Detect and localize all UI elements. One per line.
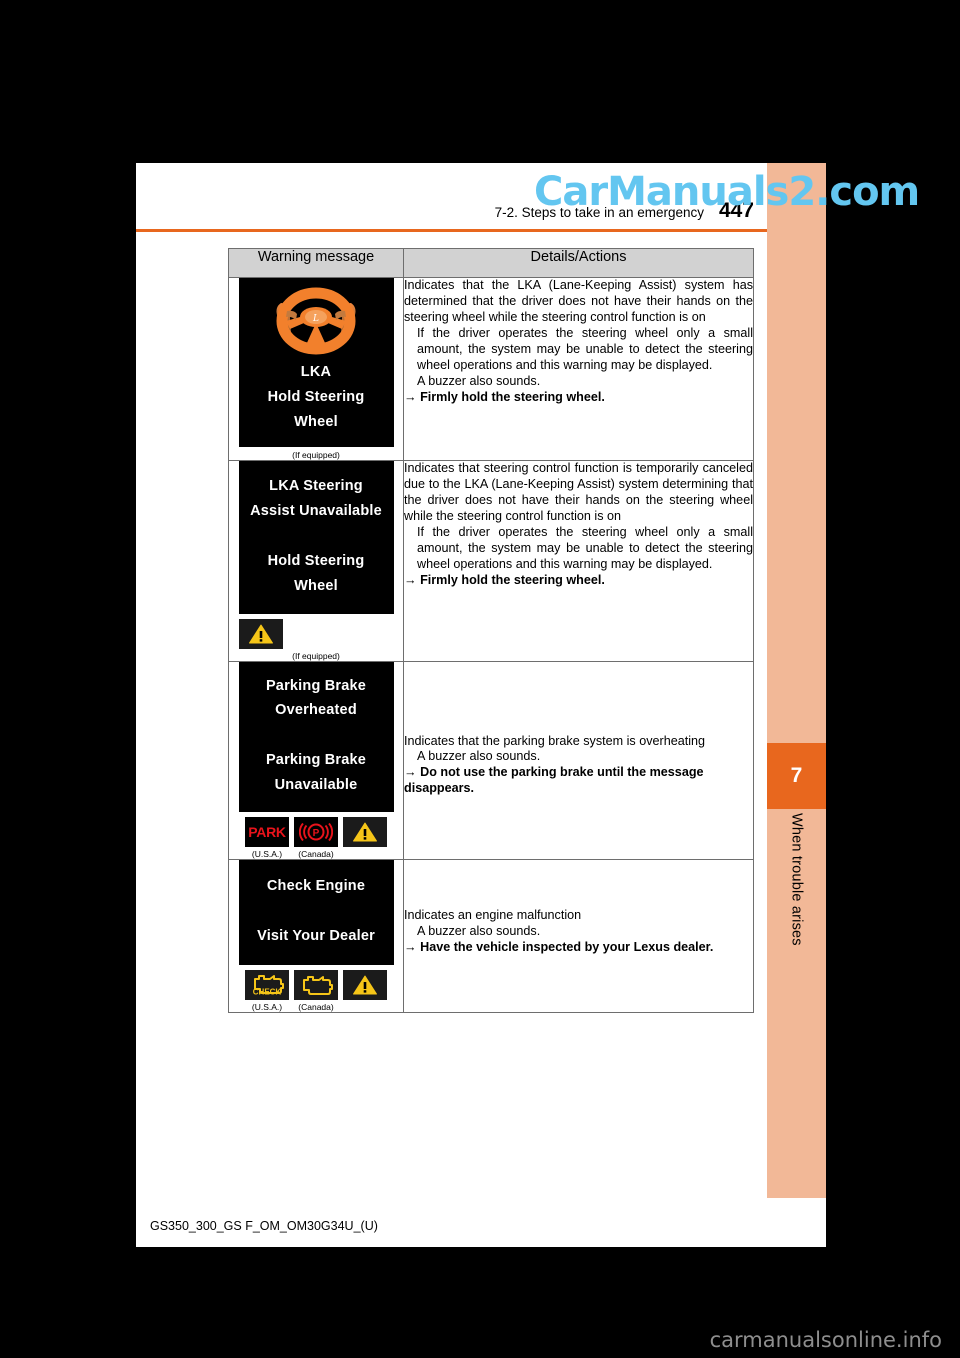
details-actions-cell: Indicates that the LKA (Lane-Keeping Ass… bbox=[403, 277, 754, 461]
check-engine-usa-icon: CHECK bbox=[245, 970, 289, 1000]
table-row: L LKA Hold Steering Wheel (If equipped) bbox=[228, 277, 754, 461]
detail-action-label: Have the vehicle inspected by your Lexus… bbox=[420, 940, 714, 955]
detail-sub-text: If the driver operates the steering whee… bbox=[417, 325, 753, 372]
warning-message-table: Warning message Details/Actions L LKA Ho… bbox=[228, 248, 754, 1013]
svg-text:CHECK: CHECK bbox=[253, 988, 282, 997]
park-indicator-label: PARK bbox=[248, 824, 286, 841]
steering-wheel-hands-icon: L bbox=[239, 286, 394, 360]
display-line: LKA Steering bbox=[269, 477, 363, 494]
display-line: Parking Brake bbox=[265, 752, 367, 769]
chapter-number: 7 bbox=[790, 764, 803, 787]
display-line: Hold Steering bbox=[267, 388, 365, 405]
table-header-row: Warning message Details/Actions bbox=[228, 248, 754, 278]
detail-action-text: → Firmly hold the steering wheel. bbox=[404, 389, 605, 404]
manual-page: CarManuals2.com 7-2. Steps to take in an… bbox=[136, 163, 920, 1247]
svg-text:P: P bbox=[313, 828, 320, 839]
detail-action-label: Do not use the parking brake until the m… bbox=[404, 765, 704, 796]
warning-message-cell: Parking Brake Overheated Parking Brake U… bbox=[228, 660, 404, 861]
indicator-icon-item bbox=[343, 970, 387, 1012]
detail-action-label: Firmly hold the steering wheel. bbox=[420, 389, 605, 404]
bottom-site-banner: carmanualsonline.info bbox=[709, 1328, 942, 1352]
detail-action-text: → Firmly hold the steering wheel. bbox=[404, 572, 605, 587]
indicator-icon-item: PARK (U.S.A.) bbox=[245, 817, 289, 859]
details-actions-cell: Indicates that steering control function… bbox=[403, 459, 754, 662]
indicator-icon-item bbox=[239, 618, 283, 661]
detail-sub-text: If the driver operates the steering whee… bbox=[417, 524, 753, 571]
detail-intro-text: Indicates that the parking brake system … bbox=[404, 733, 706, 748]
indicator-icon-row: PARK (U.S.A.) P (Canada) bbox=[229, 817, 403, 859]
svg-text:L: L bbox=[312, 314, 319, 324]
detail-action-label: Firmly hold the steering wheel. bbox=[420, 572, 605, 587]
carmanuals2-watermark: CarManuals2.com bbox=[534, 169, 920, 215]
display-line: LKA bbox=[300, 364, 332, 380]
detail-sub-text: A buzzer also sounds. bbox=[417, 373, 541, 388]
table-row: Parking Brake Overheated Parking Brake U… bbox=[228, 660, 754, 861]
indicator-icon-item: CHECK (U.S.A.) bbox=[245, 970, 289, 1012]
warning-message-cell: LKA Steering Assist Unavailable Hold Ste… bbox=[228, 459, 404, 662]
warning-triangle-icon bbox=[343, 817, 387, 848]
indicator-caption: (Canada) bbox=[298, 849, 334, 860]
indicator-caption: (U.S.A.) bbox=[251, 1002, 283, 1012]
column-header-warning-message: Warning message bbox=[228, 248, 404, 278]
table-row: Check Engine Visit Your Dealer CHECK (U.… bbox=[228, 859, 754, 1013]
instrument-display-panel: L LKA Hold Steering Wheel bbox=[238, 278, 394, 447]
display-line: Wheel bbox=[294, 413, 338, 430]
instrument-display-panel: LKA Steering Assist Unavailable Hold Ste… bbox=[238, 460, 394, 614]
chapter-title-vertical: When trouble arises bbox=[767, 813, 826, 1113]
chapter-number-badge: 7 bbox=[767, 743, 826, 809]
if-equipped-note: (If equipped) bbox=[292, 449, 340, 460]
display-line: Parking Brake bbox=[265, 677, 367, 694]
display-line: Visit Your Dealer bbox=[257, 928, 375, 945]
display-line: Overheated bbox=[275, 702, 357, 719]
detail-action-text: → Have the vehicle inspected by your Lex… bbox=[404, 940, 714, 955]
detail-intro-text: Indicates an engine malfunction bbox=[404, 908, 582, 923]
warning-triangle-icon bbox=[343, 970, 387, 1000]
display-line: Assist Unavailable bbox=[250, 502, 382, 519]
indicator-icon-item: (Canada) bbox=[294, 970, 338, 1012]
display-line: Wheel bbox=[294, 577, 338, 594]
instrument-display-panel: Parking Brake Overheated Parking Brake U… bbox=[238, 661, 394, 813]
check-engine-canada-icon bbox=[294, 970, 338, 1000]
indicator-caption: (U.S.A.) bbox=[251, 849, 283, 860]
warning-message-cell: L LKA Hold Steering Wheel (If equipped) bbox=[228, 277, 404, 461]
instrument-display-panel: Check Engine Visit Your Dealer bbox=[238, 860, 394, 965]
detail-intro-text: Indicates that steering control function… bbox=[404, 460, 753, 523]
table-row: LKA Steering Assist Unavailable Hold Ste… bbox=[228, 459, 754, 662]
display-line: Check Engine bbox=[266, 878, 366, 895]
chapter-title-text: When trouble arises bbox=[788, 813, 805, 946]
display-line: Unavailable bbox=[274, 777, 358, 794]
detail-sub-text: A buzzer also sounds. bbox=[417, 924, 541, 939]
warning-message-cell: Check Engine Visit Your Dealer CHECK (U.… bbox=[228, 859, 404, 1013]
header-divider-rule bbox=[136, 229, 826, 232]
indicator-caption: (Canada) bbox=[298, 1002, 334, 1012]
park-indicator-icon: PARK bbox=[245, 817, 289, 848]
detail-action-text: → Do not use the parking brake until the… bbox=[404, 765, 704, 796]
indicator-icon-item bbox=[343, 817, 387, 859]
display-line: Hold Steering bbox=[267, 552, 365, 569]
column-header-details-actions: Details/Actions bbox=[403, 248, 754, 278]
indicator-icon-row: CHECK (U.S.A.) (Canada) bbox=[229, 970, 403, 1012]
detail-sub-text: A buzzer also sounds. bbox=[417, 749, 541, 764]
warning-triangle-icon bbox=[239, 618, 283, 649]
details-actions-cell: Indicates an engine malfunction A buzzer… bbox=[403, 859, 754, 1013]
park-brake-p-icon: P bbox=[294, 817, 338, 848]
detail-intro-text: Indicates that the LKA (Lane-Keeping Ass… bbox=[404, 278, 753, 324]
details-actions-cell: Indicates that the parking brake system … bbox=[403, 660, 754, 861]
footer-document-code: GS350_300_GS F_OM_OM30G34U_(U) bbox=[150, 1219, 378, 1233]
indicator-icon-item: P (Canada) bbox=[294, 817, 338, 859]
